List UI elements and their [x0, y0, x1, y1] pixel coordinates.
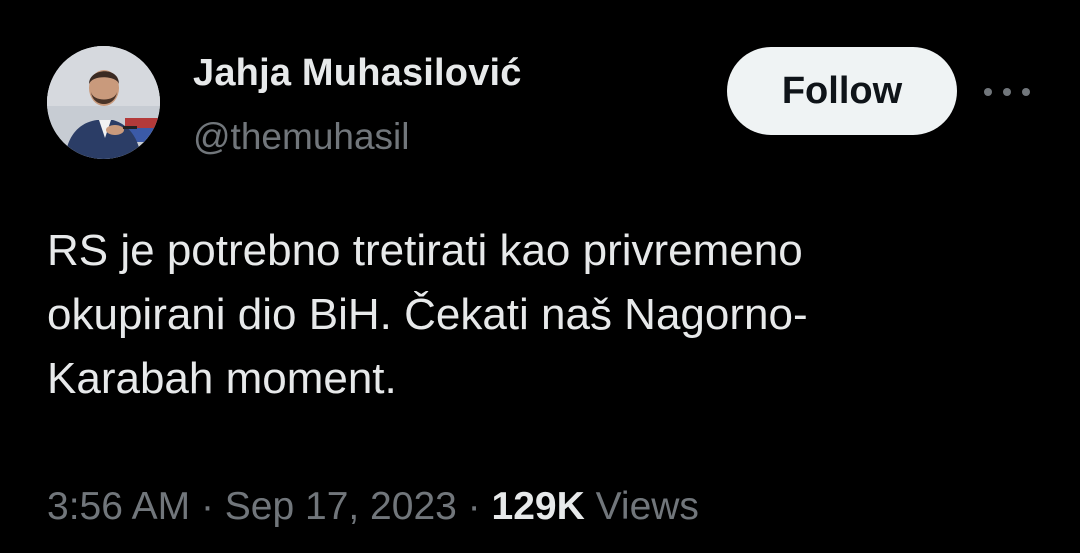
tweet-date[interactable]: Sep 17, 2023: [225, 485, 457, 528]
dot: [1003, 88, 1011, 96]
tweet-text-line: Karabah moment.: [47, 354, 397, 403]
separator: ·: [200, 485, 214, 528]
avatar[interactable]: [47, 46, 160, 159]
views-label: Views: [595, 485, 699, 528]
separator: ·: [467, 485, 481, 528]
tweet-card: Jahja Muhasilović @themuhasil Follow RS …: [0, 0, 1080, 553]
more-options-icon[interactable]: [984, 78, 1030, 106]
dot: [984, 88, 992, 96]
avatar-image: [47, 46, 160, 159]
tweet-meta: 3:56 AM · Sep 17, 2023 · 129K Views: [47, 485, 699, 529]
tweet-text-line: RS je potrebno tretirati kao privremeno: [47, 226, 803, 275]
follow-button[interactable]: Follow: [727, 47, 957, 135]
tweet-time[interactable]: 3:56 AM: [47, 485, 190, 528]
tweet-text-line: okupirani dio BiH. Čekati naš Nagorno-: [47, 290, 808, 339]
views-count: 129K: [491, 485, 585, 528]
author-handle[interactable]: @themuhasil: [193, 116, 410, 158]
dot: [1022, 88, 1030, 96]
author-name[interactable]: Jahja Muhasilović: [193, 52, 522, 95]
tweet-text: RS je potrebno tretirati kao privremeno …: [47, 219, 1037, 411]
